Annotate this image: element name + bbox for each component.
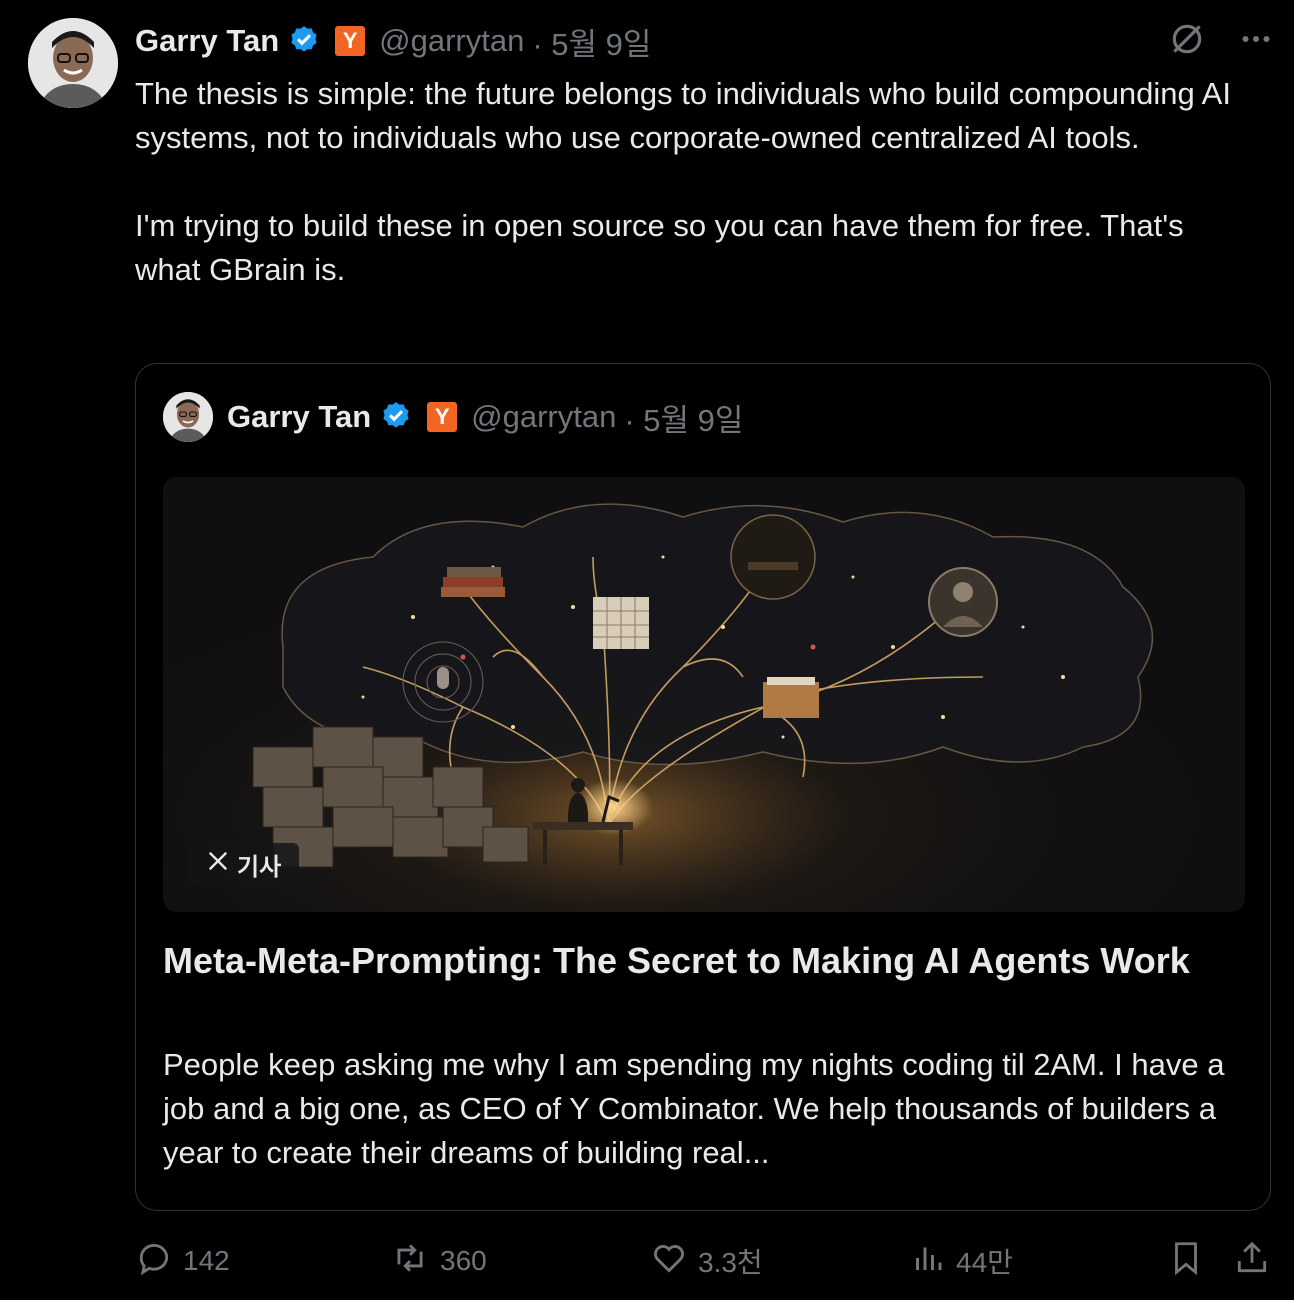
article-badge-label: 기사: [237, 853, 282, 881]
like-icon: [650, 1239, 688, 1284]
grok-icon[interactable]: [1168, 20, 1206, 58]
tweet-paragraph: I'm trying to build these in open source…: [135, 208, 1184, 287]
bookmark-icon: [1167, 1238, 1205, 1285]
like-count: 3.3천: [698, 1247, 763, 1278]
tweet-text: The thesis is simple: the future belongs…: [135, 72, 1235, 292]
article-description: People keep asking me why I am spending …: [163, 1047, 1225, 1170]
repost-button[interactable]: 360: [390, 1236, 487, 1286]
y-combinator-badge[interactable]: Y: [335, 26, 366, 56]
quoted-tweet-card[interactable]: Garry Tan Y @garrytan · 5월 9일 기사 Meta-Me…: [135, 363, 1271, 1211]
author-avatar[interactable]: [28, 18, 118, 108]
views-icon: [910, 1239, 946, 1284]
views-count: 44만: [956, 1247, 1013, 1278]
author-name[interactable]: Garry Tan: [135, 23, 279, 59]
reply-count: 142: [183, 1245, 230, 1276]
article-cover-image[interactable]: 기사: [163, 477, 1245, 912]
repost-icon: [390, 1239, 430, 1284]
quoted-tweet-date[interactable]: · 5월 9일: [624, 395, 743, 440]
article-title[interactable]: Meta-Meta-Prompting: The Secret to Makin…: [163, 939, 1233, 983]
like-button[interactable]: 3.3천: [650, 1236, 763, 1286]
avatar-image: [28, 18, 118, 108]
quoted-author-handle[interactable]: @garrytan: [471, 399, 616, 435]
article-illustration: [163, 477, 1245, 912]
x-logo-icon: [207, 850, 229, 879]
quoted-author-name[interactable]: Garry Tan: [227, 399, 371, 435]
more-icon[interactable]: [1238, 21, 1274, 57]
reply-icon: [135, 1239, 173, 1284]
tweet-date[interactable]: · 5월 9일: [532, 19, 651, 64]
verified-badge-icon: [379, 400, 413, 434]
tweet-top-actions: [1168, 20, 1274, 58]
tweet-paragraph: The thesis is simple: the future belongs…: [135, 76, 1231, 155]
views-button[interactable]: 44만: [910, 1236, 1013, 1286]
bookmark-button[interactable]: [1167, 1236, 1205, 1286]
repost-count: 360: [440, 1245, 487, 1276]
reply-button[interactable]: 142: [135, 1236, 230, 1286]
tweet-header: Garry Tan Y @garrytan · 5월 9일: [135, 18, 651, 64]
tweet-action-bar: 142 360 3.3천 44만: [135, 1236, 1275, 1286]
article-badge: 기사: [189, 843, 300, 885]
verified-badge-icon: [287, 24, 321, 58]
avatar-image: [163, 392, 213, 442]
share-icon: [1233, 1238, 1271, 1285]
share-button[interactable]: [1233, 1236, 1271, 1286]
quoted-tweet-header: Garry Tan Y @garrytan · 5월 9일: [163, 392, 743, 442]
author-handle[interactable]: @garrytan: [379, 23, 524, 59]
y-combinator-badge[interactable]: Y: [427, 402, 458, 432]
quoted-author-avatar[interactable]: [163, 392, 213, 442]
